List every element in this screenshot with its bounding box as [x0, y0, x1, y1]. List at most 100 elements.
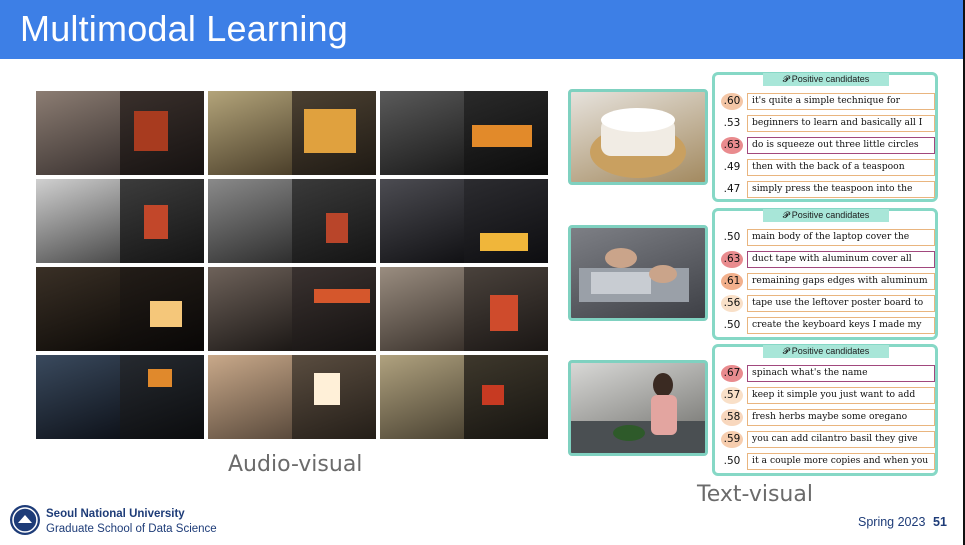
candidate-row: .56 tape use the leftover poster board to [719, 295, 935, 312]
score: .59 [721, 431, 743, 448]
candidate-row: .59 you can add cilantro basil they give [719, 431, 935, 448]
cooking-drawing [571, 373, 705, 453]
score: .61 [721, 273, 743, 290]
heatmap-frame [292, 355, 376, 439]
candidate-row: .47 simply press the teaspoon into the [719, 181, 935, 198]
av-thumbnail [208, 267, 376, 351]
video-frame [208, 91, 292, 175]
score: .47 [723, 183, 741, 195]
video-frame [380, 267, 464, 351]
score: .67 [721, 365, 743, 382]
page-number: 51 [933, 515, 947, 529]
candidate-row: .67 spinach what's the name [719, 365, 935, 382]
video-frame [36, 267, 120, 351]
heatmap-frame [292, 267, 376, 351]
heatmap-frame [120, 179, 204, 263]
score: .58 [721, 409, 743, 426]
heat-region [314, 289, 370, 303]
score: .63 [721, 251, 743, 268]
candidate-row: .53 beginners to learn and basically all … [719, 115, 935, 132]
video-frame [36, 179, 120, 263]
av-thumbnail [380, 179, 548, 263]
phrase: spinach what's the name [747, 365, 935, 382]
candidate-header: 𝓟 Positive candidates [763, 345, 889, 358]
candidate-row: .50 it a couple more copies and when you [719, 453, 935, 470]
phrase: create the keyboard keys I made my [747, 317, 935, 334]
heat-region [480, 233, 528, 251]
heatmap-frame [464, 267, 548, 351]
laptop-image [568, 225, 708, 321]
heatmap-frame [464, 91, 548, 175]
av-thumbnail [208, 355, 376, 439]
av-thumbnail [208, 91, 376, 175]
university-name: Seoul National University [46, 508, 185, 520]
video-frame [380, 179, 464, 263]
candidate-panel-1: 𝓟 Positive candidates .60 it's quite a si… [712, 72, 938, 202]
heat-region [472, 125, 532, 147]
phrase: simply press the teaspoon into the [747, 181, 935, 198]
candidate-header-label: Positive candidates [791, 346, 870, 356]
heat-region [482, 385, 504, 405]
video-frame [36, 91, 120, 175]
text-visual-caption: Text-visual [697, 482, 813, 507]
heat-region [326, 213, 348, 243]
laptop-drawing [579, 248, 689, 302]
candidate-row: .60 it's quite a simple technique for [719, 93, 935, 110]
phrase: it a couple more copies and when you [747, 453, 935, 470]
heat-region [304, 109, 356, 153]
score: .50 [723, 231, 741, 243]
candidate-row: .63 do is squeeze out three little circle… [719, 137, 935, 154]
candidate-header: 𝓟 Positive candidates [763, 73, 889, 86]
phrase: beginners to learn and basically all I [747, 115, 935, 132]
title-bar: Multimodal Learning [0, 0, 963, 59]
p-symbol: 𝓟 [782, 74, 792, 84]
candidate-header-label: Positive candidates [791, 210, 870, 220]
score: .57 [721, 387, 743, 404]
video-frame [36, 355, 120, 439]
av-thumbnail [36, 355, 204, 439]
heatmap-frame [292, 91, 376, 175]
logo-emblem [12, 507, 38, 533]
heatmap-frame [120, 267, 204, 351]
candidate-row: .58 fresh herbs maybe some oregano [719, 409, 935, 426]
heatmap-frame [120, 355, 204, 439]
candidate-row: .50 create the keyboard keys I made my [719, 317, 935, 334]
score: .60 [721, 93, 743, 110]
p-symbol: 𝓟 [782, 210, 792, 220]
cooking-image [568, 360, 708, 456]
score: .53 [723, 117, 741, 129]
score: .50 [723, 455, 741, 467]
candidate-row: .63 duct tape with aluminum cover all [719, 251, 935, 268]
term-label: Spring 2023 [858, 515, 926, 529]
av-thumbnail [36, 179, 204, 263]
video-frame [208, 179, 292, 263]
heatmap-frame [464, 179, 548, 263]
cake-image [568, 89, 708, 185]
phrase: main body of the laptop cover the [747, 229, 935, 246]
audio-visual-grid [36, 91, 548, 439]
av-thumbnail [380, 267, 548, 351]
university-logo-icon [10, 505, 40, 535]
candidate-row: .49 then with the back of a teaspoon [719, 159, 935, 176]
av-thumbnail [380, 91, 548, 175]
av-thumbnail [208, 179, 376, 263]
phrase: fresh herbs maybe some oregano [747, 409, 935, 426]
score: .50 [723, 319, 741, 331]
heat-region [134, 111, 168, 151]
heat-region [150, 301, 182, 327]
candidate-header: 𝓟 Positive candidates [763, 209, 889, 222]
video-frame [208, 267, 292, 351]
score: .63 [721, 137, 743, 154]
heat-region [148, 369, 172, 387]
phrase: you can add cilantro basil they give [747, 431, 935, 448]
heatmap-frame [120, 91, 204, 175]
slide-title: Multimodal Learning [20, 8, 348, 49]
phrase: then with the back of a teaspoon [747, 159, 935, 176]
score: .49 [723, 161, 741, 173]
p-symbol: 𝓟 [782, 346, 792, 356]
heatmap-frame [292, 179, 376, 263]
av-thumbnail [36, 91, 204, 175]
video-frame [380, 355, 464, 439]
video-frame [380, 91, 464, 175]
cake-drawing [590, 108, 686, 178]
